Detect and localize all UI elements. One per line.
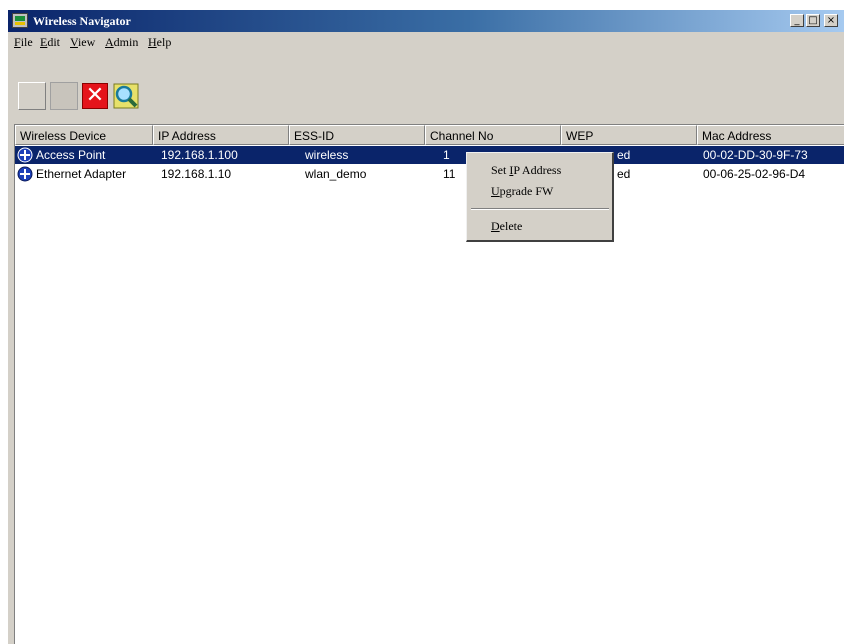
context-menu: Set IP Address Upgrade FW Delete (466, 152, 614, 242)
application-window: Wireless Navigator _ □ × File Edit View … (8, 10, 844, 644)
column-ip-address[interactable]: IP Address (153, 125, 289, 145)
cell-mac: 00-06-25-02-96-D4 (703, 167, 806, 181)
column-mac-address[interactable]: Mac Address (697, 125, 844, 145)
cell-device: Ethernet Adapter (36, 167, 127, 181)
cell-mac: 00-02-DD-30-9F-73 (703, 148, 808, 162)
maximize-button[interactable]: □ (806, 14, 820, 27)
menu-item-delete[interactable]: Delete (491, 219, 522, 234)
toolbar: ✕ (8, 76, 844, 116)
cell-channel: 11 (443, 167, 456, 181)
window-title: Wireless Navigator (33, 14, 131, 28)
column-wireless-device[interactable]: Wireless Device (15, 125, 153, 145)
cell-wep: ed (617, 167, 631, 181)
cell-ip: 192.168.1.100 (161, 148, 238, 162)
device-icon (17, 166, 33, 182)
cell-ip: 192.168.1.10 (161, 167, 232, 181)
column-channel-no[interactable]: Channel No (425, 125, 561, 145)
cell-essid: wireless (305, 148, 349, 162)
app-icon (12, 13, 28, 28)
column-ess-id[interactable]: ESS-ID (289, 125, 425, 145)
table-row-access-point[interactable]: Access Point 192.168.1.100 wireless 1 ed… (15, 146, 844, 164)
menu-edit[interactable]: Edit (40, 35, 60, 50)
column-wep[interactable]: WEP (561, 125, 697, 145)
title-bar[interactable]: Wireless Navigator _ □ × (8, 10, 844, 32)
menu-file[interactable]: File (14, 35, 33, 50)
menu-help[interactable]: Help (148, 35, 171, 50)
menu-item-upgrade-fw[interactable]: Upgrade FW (491, 184, 553, 199)
device-list[interactable]: Wireless Device IP Address ESS-ID Channe… (14, 124, 844, 644)
delete-icon[interactable]: ✕ (82, 83, 108, 109)
cell-essid: wlan_demo (305, 167, 367, 181)
table-row-ethernet-adapter[interactable]: Ethernet Adapter 192.168.1.10 wlan_demo … (15, 165, 844, 183)
search-icon[interactable] (112, 82, 140, 110)
close-button[interactable]: × (824, 14, 838, 27)
minimize-button[interactable]: _ (790, 14, 804, 27)
menu-admin[interactable]: Admin (105, 35, 138, 50)
disabled-tool-icon (50, 82, 78, 110)
cell-device: Access Point (36, 148, 106, 162)
cell-channel: 1 (443, 148, 450, 162)
device-icon (17, 147, 33, 163)
menu-bar: File Edit View Admin Help (8, 32, 844, 52)
cell-wep: ed (617, 148, 631, 162)
menu-item-set-ip-address[interactable]: Set IP Address (491, 163, 561, 178)
menu-separator (471, 208, 609, 210)
blank-tool-icon[interactable] (18, 82, 46, 110)
menu-view[interactable]: View (70, 35, 95, 50)
